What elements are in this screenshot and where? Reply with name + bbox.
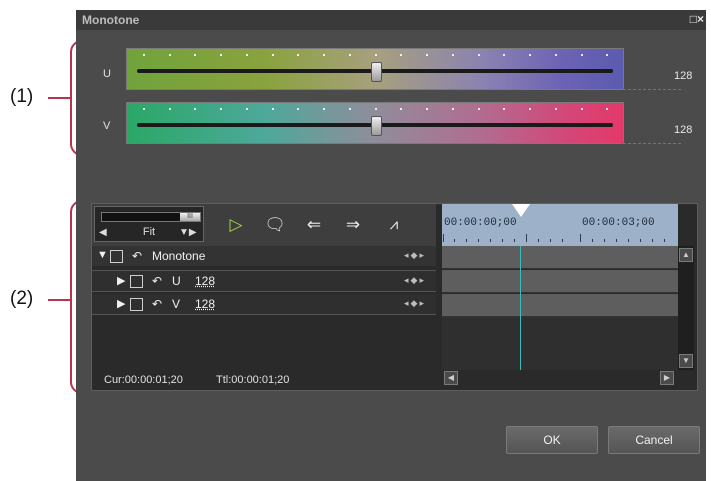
collapse-arrow-icon[interactable]: ▼ [97, 249, 108, 261]
current-time: Cur:00:00:01;20 [104, 374, 183, 386]
ruler-time-start: 00:00:00;00 [444, 217, 517, 229]
zoom-handle[interactable]: III [180, 213, 200, 221]
track-checkbox[interactable] [110, 250, 123, 263]
play-icon[interactable]: ▷ [224, 214, 248, 236]
playhead-line[interactable] [520, 246, 521, 370]
track-value[interactable]: 128 [195, 274, 215, 288]
timeline-track-v[interactable] [442, 294, 678, 317]
keyframe-nav-icon[interactable]: ◂◆▸ [404, 250, 426, 261]
track-value[interactable]: 128 [195, 297, 215, 311]
prev-keyframe-icon[interactable]: ⇐ [302, 214, 326, 236]
cancel-button[interactable]: Cancel [608, 426, 700, 454]
track-label: V [172, 297, 181, 311]
track-checkbox[interactable] [130, 298, 143, 311]
track-checkbox[interactable] [130, 275, 143, 288]
v-slider[interactable] [126, 102, 624, 144]
dialog-title: Monotone [82, 13, 140, 27]
timeline-ruler[interactable]: 00:00:00;00 00:00:03;00 [442, 204, 678, 246]
horizontal-scrollbar[interactable]: ◀ ▶ [442, 370, 678, 386]
u-value: 128 [674, 70, 693, 82]
undo-icon[interactable]: ↶ [152, 274, 162, 288]
monotone-dialog: Monotone □× U 128 V 128 III ◀ Fit ▼▶ ▷ 🗨… [76, 10, 706, 481]
annotation-1-line [48, 97, 72, 99]
expand-arrow-icon[interactable]: ▶ [117, 274, 125, 287]
scroll-right-icon[interactable]: ▶ [660, 371, 674, 385]
u-value-leader [623, 89, 681, 90]
scroll-left-icon[interactable]: ◀ [444, 371, 458, 385]
u-slider-thumb[interactable] [371, 62, 382, 82]
playhead-marker[interactable] [512, 204, 530, 217]
zoom-down-arrow-icon[interactable]: ▼▶ [179, 227, 197, 238]
u-slider[interactable] [126, 48, 624, 90]
keyframe-panel: III ◀ Fit ▼▶ ▷ 🗨 ⇐ ⇒ ⩘ ▼ ↶ Monotone ◂◆▸ … [91, 203, 698, 391]
expand-arrow-icon[interactable]: ▶ [117, 297, 125, 310]
zoom-bar[interactable]: III [101, 212, 201, 222]
total-time: Ttl:00:00:01;20 [216, 374, 290, 386]
v-value-leader [623, 143, 681, 144]
annotation-1: (1) [10, 86, 34, 107]
u-scale-dots [143, 54, 611, 58]
scroll-down-icon[interactable]: ▼ [679, 354, 693, 368]
next-keyframe-icon[interactable]: ⇒ [341, 214, 365, 236]
add-keyframe-icon[interactable]: 🗨 [263, 214, 287, 236]
v-scale-dots [143, 108, 611, 112]
track-row-v[interactable]: ▶ ↶ V 128 ◂◆▸ [92, 294, 436, 315]
ok-button[interactable]: OK [506, 426, 598, 454]
u-label: U [103, 68, 111, 80]
track-label: U [172, 274, 181, 288]
annotation-2-line [48, 299, 72, 301]
timeline-empty-area [442, 317, 678, 370]
undo-icon[interactable]: ↶ [132, 249, 142, 263]
graph-icon[interactable]: ⩘ [382, 214, 406, 236]
zoom-control[interactable]: III ◀ Fit ▼▶ [94, 206, 204, 242]
scroll-up-icon[interactable]: ▲ [679, 248, 693, 262]
timeline-track-monotone[interactable] [442, 246, 678, 269]
window-controls[interactable]: □× [690, 12, 704, 26]
track-label: Monotone [152, 249, 206, 263]
v-label: V [103, 120, 111, 132]
annotation-2: (2) [10, 288, 34, 309]
timeline-track-u[interactable] [442, 270, 678, 293]
track-row-u[interactable]: ▶ ↶ U 128 ◂◆▸ [92, 270, 436, 292]
keyframe-toolbar: III ◀ Fit ▼▶ ▷ 🗨 ⇐ ⇒ ⩘ [92, 204, 436, 246]
vertical-scrollbar[interactable]: ▲ ▼ [678, 246, 694, 370]
v-value: 128 [674, 124, 693, 136]
title-bar: Monotone □× [76, 10, 706, 30]
v-slider-thumb[interactable] [371, 116, 382, 136]
keyframe-nav-icon[interactable]: ◂◆▸ [404, 275, 426, 286]
ruler-time-end: 00:00:03;00 [582, 217, 655, 229]
undo-icon[interactable]: ↶ [152, 297, 162, 311]
track-row-monotone[interactable]: ▼ ↶ Monotone ◂◆▸ [92, 246, 436, 266]
keyframe-nav-icon[interactable]: ◂◆▸ [404, 298, 426, 309]
